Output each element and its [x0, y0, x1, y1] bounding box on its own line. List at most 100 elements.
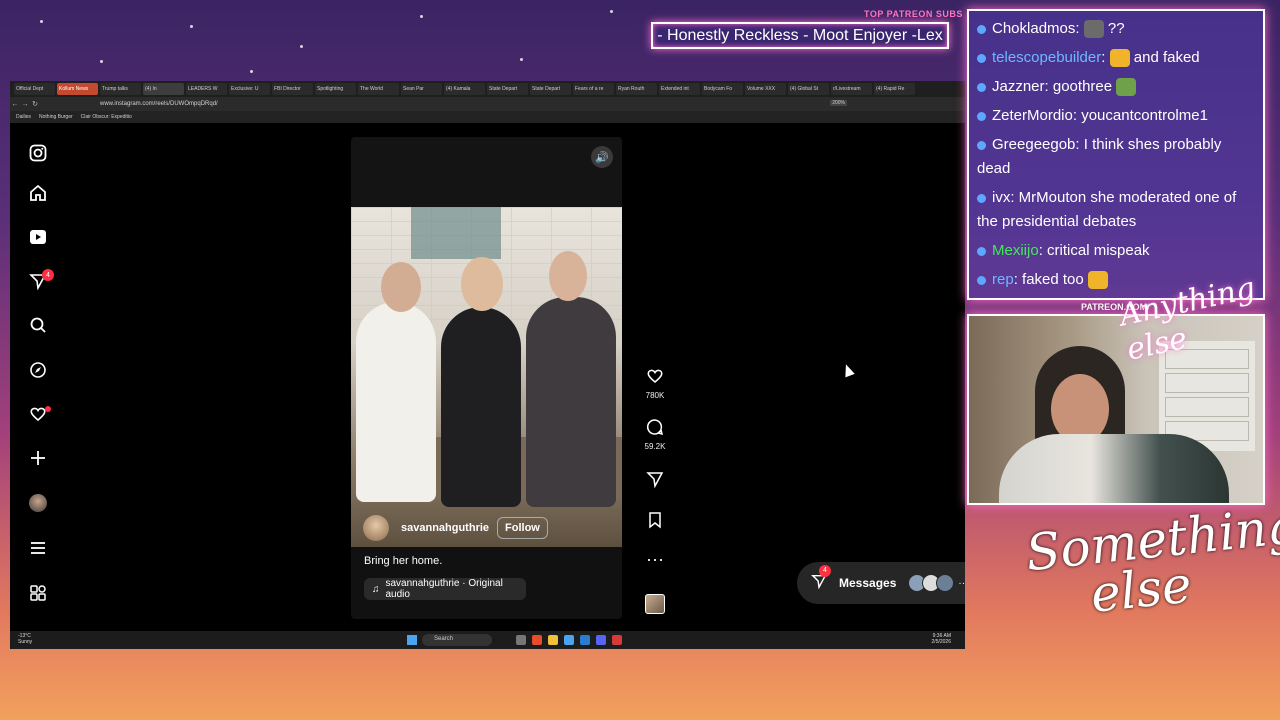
reel-card[interactable]: 🔊 savannahguthrie Follow Bring her home.… [351, 137, 622, 619]
explore-icon[interactable] [28, 360, 48, 380]
steam-icon[interactable] [580, 635, 590, 645]
chat-message: Mexiijo: critical mispeak [977, 239, 1255, 263]
share-action[interactable] [642, 470, 668, 492]
back-icon[interactable]: ← [10, 101, 20, 108]
profile-avatar-icon[interactable] [28, 493, 48, 513]
wall-painting [411, 207, 501, 259]
chat-badge-icon [977, 275, 986, 285]
browser-tab[interactable]: Volume XXX [745, 83, 786, 95]
app-icon[interactable] [612, 635, 622, 645]
browser-tab[interactable]: Official Dept [14, 83, 55, 95]
like-count: 780K [645, 391, 665, 400]
messages-label: Messages [839, 576, 897, 590]
bookmark-item[interactable]: Clair Obscur: Expeditio [81, 114, 132, 120]
browser-app-icon[interactable] [532, 635, 542, 645]
chat-username: telescopebuilder [992, 49, 1102, 66]
browser-tab[interactable]: Trump talks [100, 83, 141, 95]
follow-button[interactable]: Follow [497, 517, 548, 539]
bookmark-icon[interactable] [642, 511, 668, 533]
browser-tab[interactable]: Bodycam Fo [702, 83, 743, 95]
url-field[interactable]: www.instagram.com/reels/DUWOmpqDRqd/ [100, 101, 218, 107]
chat-username: ivx [992, 189, 1011, 206]
messages-button[interactable]: 4 Messages ··· [797, 562, 965, 604]
chat-badge-icon [977, 53, 986, 63]
audio-thumbnail[interactable] [645, 594, 665, 614]
zoom-level[interactable]: 200% [830, 100, 847, 106]
reel-video[interactable] [351, 207, 622, 547]
bookmark-item[interactable]: Dailies [16, 114, 31, 120]
taskbar-search[interactable]: Search [422, 634, 492, 646]
clock-date: 2/5/2026 [931, 639, 951, 645]
browser-tab[interactable]: FBI Director [272, 83, 313, 95]
reels-icon[interactable] [28, 227, 48, 247]
chat-badge-icon [977, 246, 986, 256]
chat-text: goothree [1048, 78, 1113, 95]
original-audio-link[interactable]: ♫ savannahguthrie · Original audio [364, 578, 526, 600]
task-view-icon[interactable] [516, 635, 526, 645]
emote-icon [1109, 49, 1130, 68]
windows-start-icon[interactable] [407, 635, 417, 645]
app-icon[interactable] [564, 635, 574, 645]
forward-icon[interactable]: → [20, 101, 30, 108]
person-center [441, 307, 521, 507]
create-plus-icon[interactable] [28, 448, 48, 468]
comment-action[interactable]: 59.2K [642, 418, 668, 451]
browser-tab[interactable]: Ryan Routh [616, 83, 657, 95]
chat-username: Greegeegob [992, 136, 1076, 153]
messages-notification-badge: 4 [42, 269, 54, 281]
weather-widget[interactable]: -13°C Sunny [18, 633, 32, 645]
author-avatar[interactable] [363, 515, 389, 541]
save-action[interactable] [642, 511, 668, 533]
file-explorer-icon[interactable] [548, 635, 558, 645]
volume-icon[interactable]: 🔊 [591, 146, 613, 168]
instagram-logo-icon[interactable] [28, 143, 48, 163]
mouse-cursor [841, 362, 855, 378]
browser-tab[interactable]: Extended int [659, 83, 700, 95]
chat-badge-icon [977, 140, 986, 150]
comment-count: 59.2K [644, 442, 666, 451]
emote-icon [1116, 78, 1137, 97]
browser-tab[interactable]: LEADERS W [186, 83, 227, 95]
also-from-meta-icon[interactable] [28, 583, 48, 603]
browser-tab[interactable]: Spotlighting [315, 83, 356, 95]
weather-condition: Sunny [18, 639, 33, 645]
browser-tab-active[interactable]: (4) In [143, 83, 184, 95]
browser-tab[interactable]: (4) Global St [788, 83, 829, 95]
browser-tab[interactable]: Fears of a re [573, 83, 614, 95]
browser-tab[interactable]: State Depart [487, 83, 528, 95]
something-else-logo: Something else [1023, 496, 1280, 625]
browser-tab[interactable]: (4) Rapid Re [874, 83, 915, 95]
system-clock[interactable]: 9:36 AM 2/5/2026 [932, 633, 951, 645]
chat-badge-icon [977, 24, 986, 34]
browser-tab[interactable]: Exclusive: U [229, 83, 270, 95]
home-icon[interactable] [28, 183, 48, 203]
browser-tab[interactable]: r/Livestream [831, 83, 872, 95]
music-note-icon: ♫ [372, 583, 380, 595]
menu-hamburger-icon[interactable] [28, 538, 48, 558]
browser-tab[interactable]: State Depart [530, 83, 571, 95]
search-icon[interactable] [28, 315, 48, 335]
more-options-icon[interactable]: ··· [642, 549, 668, 569]
chat-username: rep [992, 271, 1014, 288]
browser-tab[interactable]: Sean Par [401, 83, 442, 95]
share-icon[interactable] [642, 470, 668, 492]
heart-icon[interactable] [642, 367, 668, 389]
like-action[interactable]: 780K [642, 367, 668, 400]
reel-caption: Bring her home. [364, 555, 443, 567]
chat-text: ?? [1103, 20, 1125, 37]
bookmark-item[interactable]: Nothing Burger [39, 114, 73, 120]
discord-icon[interactable] [596, 635, 606, 645]
browser-tab[interactable]: (4) Kamala [444, 83, 485, 95]
chat-text: and faked [1129, 49, 1200, 66]
person-left [356, 302, 436, 502]
chat-message: Jazzner: goothree [977, 75, 1255, 99]
comment-icon[interactable] [642, 418, 668, 440]
chat-text: youcantcontrolme1 [1077, 107, 1208, 124]
patreon-subs-banner: - Honestly Reckless - Moot Enjoyer -Lex [651, 22, 949, 49]
browser-tab[interactable]: Kollum News [57, 83, 98, 95]
stream-chat: Chokladmos: ?? telescopebuilder: and fak… [967, 9, 1265, 300]
author-username[interactable]: savannahguthrie [401, 522, 489, 534]
reload-icon[interactable]: ↻ [30, 100, 40, 108]
reel-top-area [351, 137, 622, 207]
browser-tab[interactable]: The World [358, 83, 399, 95]
